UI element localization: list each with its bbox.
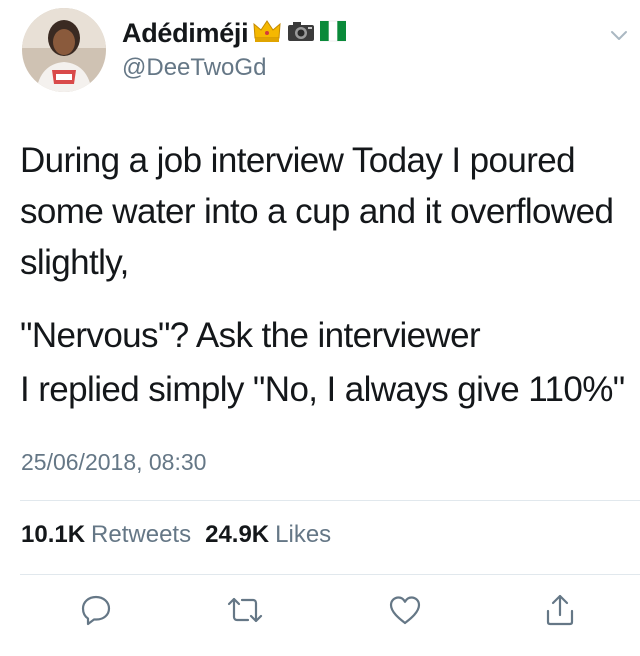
crown-icon [252,18,282,49]
divider [20,574,640,575]
tweet-text-paragraph: During a job interview Today I poured so… [20,141,614,282]
retweets-label[interactable]: Retweets [91,521,191,549]
tweet-text-paragraph: I replied simply "No, I always give 110%… [20,370,625,409]
heart-icon [389,596,421,625]
like-button[interactable] [387,592,423,628]
likes-count[interactable]: 24.9K [205,521,269,549]
user-handle[interactable]: @DeeTwoGd [122,54,266,82]
reply-button[interactable] [78,592,114,628]
tweet-card: Adédiméji @DeeTwoGd During a job intervi… [0,0,640,656]
reply-icon [81,595,111,626]
likes-label[interactable]: Likes [275,521,331,549]
tweet-text-paragraph: "Nervous"? Ask the interviewer [20,316,481,355]
camera-icon [286,19,316,48]
share-button[interactable] [542,592,578,628]
nigeria-flag-icon [320,20,347,47]
retweet-button[interactable] [227,592,263,628]
retweet-icon [227,597,263,623]
divider [20,500,640,501]
tweet-stats: 10.1K Retweets 24.9K Likes [21,521,339,549]
retweets-count[interactable]: 10.1K [21,521,85,549]
display-name[interactable]: Adédiméji [122,18,249,49]
avatar-photo [22,8,106,92]
tweet-timestamp[interactable]: 25/06/2018, 08:30 [21,449,206,476]
display-name-row: Adédiméji [122,18,347,49]
share-icon [546,594,574,626]
avatar[interactable] [22,8,106,92]
chevron-down-icon[interactable] [608,24,630,46]
